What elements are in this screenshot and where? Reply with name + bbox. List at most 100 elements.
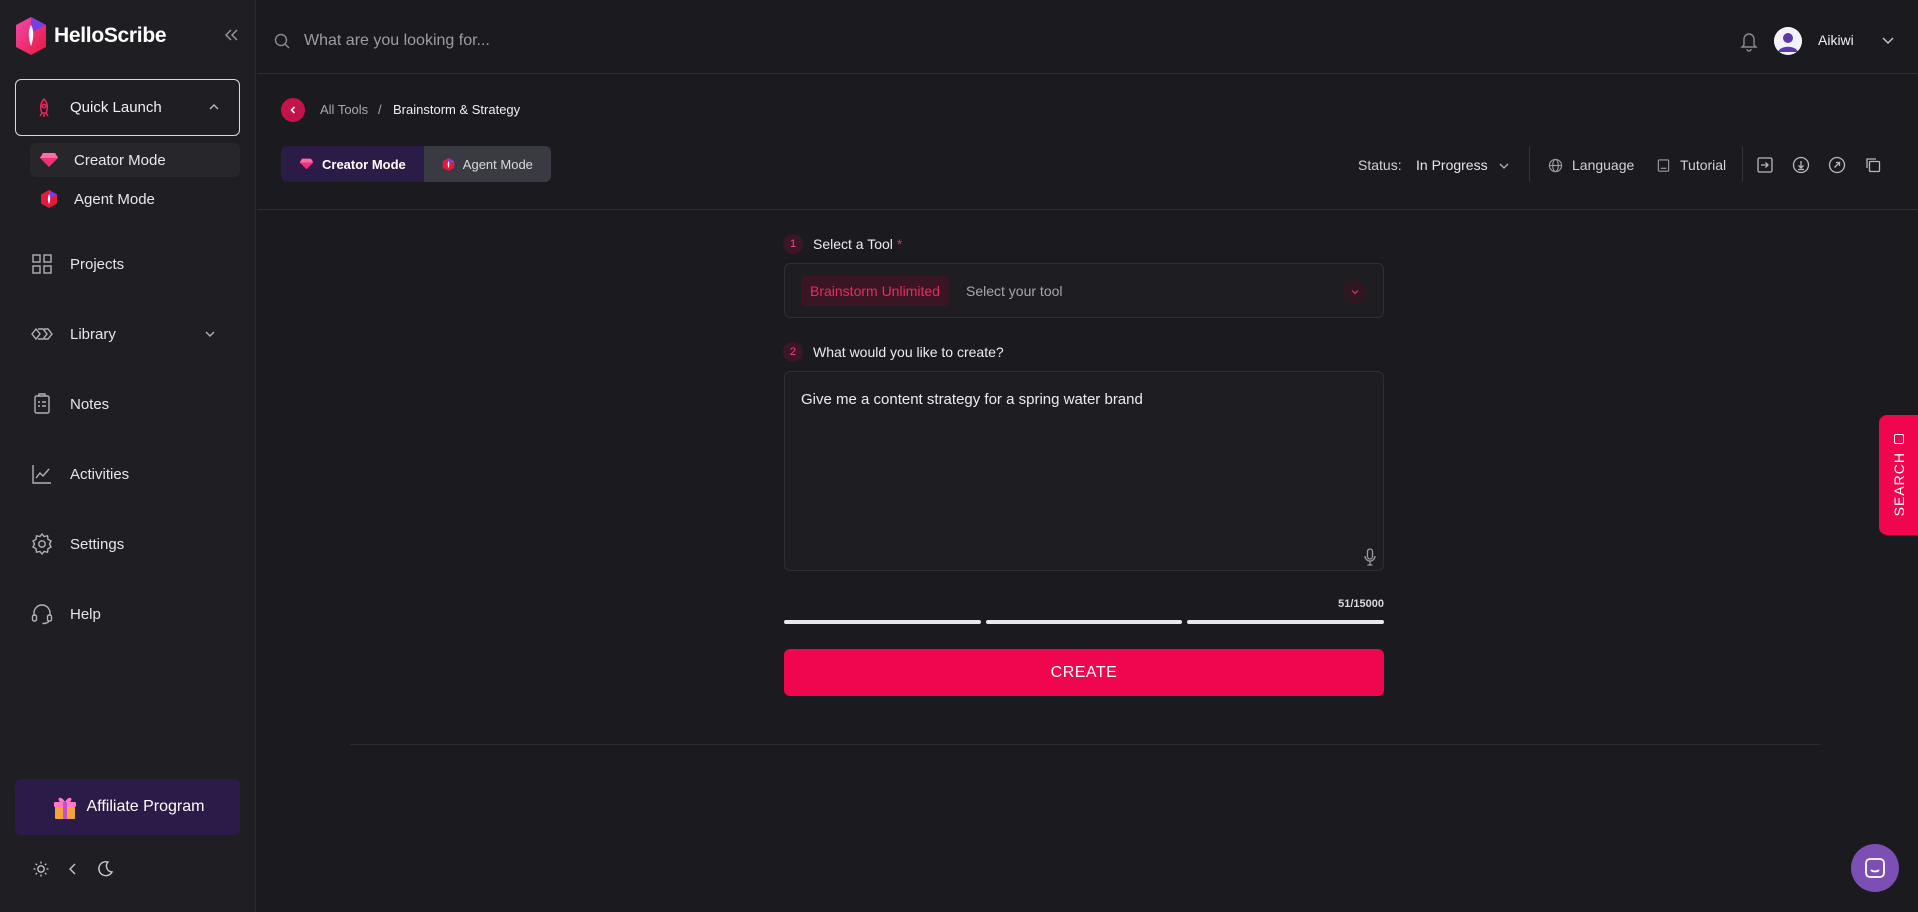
quick-launch-toggle[interactable]: Quick Launch xyxy=(15,79,240,136)
share-icon[interactable] xyxy=(1828,156,1846,174)
step-label: What would you like to create? xyxy=(813,344,1004,360)
affiliate-program-button[interactable]: Affiliate Program xyxy=(15,779,240,835)
app-root: HelloScribe Quick Launch Creator Mode Ag… xyxy=(0,0,1918,912)
language-button[interactable]: Language xyxy=(1548,157,1634,173)
tab-label: Agent Mode xyxy=(462,156,533,172)
export-icon[interactable] xyxy=(1756,156,1774,174)
moon-icon[interactable] xyxy=(96,860,114,878)
status-select[interactable]: In Progress xyxy=(1416,157,1488,173)
step-label: Select a Tool xyxy=(813,236,893,252)
sidebar-item-projects[interactable]: Projects xyxy=(30,246,245,282)
bell-icon[interactable] xyxy=(1739,30,1759,52)
sidebar-item-label: Creator Mode xyxy=(74,151,166,169)
agent-logo-icon xyxy=(442,157,455,171)
tutorial-label: Tutorial xyxy=(1680,157,1727,173)
sidebar-item-activities[interactable]: Activities xyxy=(30,456,245,492)
sidebar-item-help[interactable]: Help xyxy=(30,596,245,632)
tab-label: Creator Mode xyxy=(322,156,406,172)
sidebar-item-label: Settings xyxy=(70,535,125,553)
brand-name: HelloScribe xyxy=(54,24,167,47)
gear-icon xyxy=(32,532,52,556)
progress-segment xyxy=(1187,620,1385,624)
rocket-icon xyxy=(39,97,49,117)
search-side-tab[interactable]: SEARCH xyxy=(1879,415,1918,535)
brand[interactable]: HelloScribe xyxy=(14,16,167,56)
progress-segments xyxy=(784,620,1385,624)
progress-segment xyxy=(985,620,1183,624)
step-number: 1 xyxy=(783,234,803,254)
global-search-input[interactable] xyxy=(304,26,1004,56)
sidebar: HelloScribe Quick Launch Creator Mode Ag… xyxy=(0,0,256,912)
prompt-textarea[interactable]: Give me a content strategy for a spring … xyxy=(784,371,1384,571)
chat-launcher-button[interactable] xyxy=(1851,844,1899,892)
helloscribe-logo-icon xyxy=(16,17,46,55)
headset-icon xyxy=(31,604,53,625)
book-icon xyxy=(1657,158,1670,172)
agent-logo-icon xyxy=(41,190,57,208)
sidebar-item-settings[interactable]: Settings xyxy=(30,526,245,562)
sidebar-item-notes[interactable]: Notes xyxy=(30,386,245,422)
affiliate-label: Affiliate Program xyxy=(86,798,205,815)
breadcrumb-all-tools[interactable]: All Tools xyxy=(320,102,368,117)
chevron-down-icon[interactable] xyxy=(1880,32,1896,48)
selected-tool-chip[interactable]: Brainstorm Unlimited xyxy=(801,276,949,306)
copy-icon[interactable] xyxy=(1864,156,1882,174)
tool-select[interactable]: Brainstorm Unlimited Select your tool xyxy=(784,263,1384,318)
chevron-left-icon[interactable] xyxy=(64,860,82,878)
quick-launch-label: Quick Launch xyxy=(70,99,162,116)
search-tab-label: SEARCH xyxy=(1890,451,1907,517)
progress-segment xyxy=(784,620,981,624)
sun-icon[interactable] xyxy=(32,860,50,878)
tool-select-toggle[interactable] xyxy=(1343,280,1367,304)
step-select-tool: 1 Select a Tool * xyxy=(783,234,902,254)
step-prompt: 2 What would you like to create? xyxy=(783,342,1004,362)
avatar[interactable] xyxy=(1774,27,1802,55)
diamond-icon xyxy=(299,158,314,170)
sidebar-item-label: Help xyxy=(70,605,101,623)
gift-icon xyxy=(53,797,76,819)
sidebar-item-label: Notes xyxy=(70,395,110,413)
user-avatar-icon xyxy=(1774,27,1802,55)
diamond-icon xyxy=(40,153,58,167)
theme-switcher xyxy=(32,860,114,878)
divider xyxy=(1529,146,1530,182)
tutorial-button[interactable]: Tutorial xyxy=(1656,157,1726,173)
divider xyxy=(350,744,1820,745)
back-button[interactable] xyxy=(281,98,305,122)
chart-line-icon xyxy=(32,465,51,484)
clipboard-icon xyxy=(34,393,50,414)
tab-creator-mode[interactable]: Creator Mode xyxy=(281,146,424,182)
globe-icon xyxy=(1548,158,1563,172)
microphone-icon[interactable] xyxy=(1363,548,1377,566)
chevron-left-icon xyxy=(290,106,296,114)
tool-select-placeholder: Select your tool xyxy=(966,283,1063,299)
chevron-down-icon xyxy=(1351,290,1359,295)
character-counter: 51/15000 xyxy=(1338,598,1384,610)
chat-icon xyxy=(1865,858,1885,878)
user-name[interactable]: Aikiwi xyxy=(1818,32,1854,48)
library-icon xyxy=(31,327,53,341)
create-button[interactable]: CREATE xyxy=(784,649,1384,696)
sidebar-item-agent-mode[interactable]: Agent Mode xyxy=(30,182,240,216)
chevron-down-icon xyxy=(205,331,215,337)
status-label: Status: xyxy=(1358,157,1402,173)
required-mark: * xyxy=(896,236,903,252)
tab-agent-mode[interactable]: Agent Mode xyxy=(423,146,551,182)
sidebar-item-label: Agent Mode xyxy=(74,190,155,208)
sidebar-item-creator-mode[interactable]: Creator Mode xyxy=(30,143,240,177)
prompt-text[interactable]: Give me a content strategy for a spring … xyxy=(801,391,1143,408)
step-number: 2 xyxy=(783,342,803,362)
mode-tabs: Creator Mode Agent Mode xyxy=(281,146,551,182)
sidebar-item-library[interactable]: Library xyxy=(30,316,245,352)
divider xyxy=(257,209,1918,210)
chevron-down-icon[interactable] xyxy=(1498,160,1510,172)
sidebar-item-label: Library xyxy=(70,325,116,343)
search-tab-icon xyxy=(1893,433,1904,444)
sidebar-item-label: Activities xyxy=(70,465,130,483)
sidebar-item-label: Projects xyxy=(70,255,125,273)
breadcrumb-current: Brainstorm & Strategy xyxy=(393,102,521,117)
collapse-sidebar-icon[interactable] xyxy=(222,26,240,44)
search-icon xyxy=(274,33,290,49)
download-icon[interactable] xyxy=(1792,156,1810,174)
chevron-up-icon xyxy=(209,104,219,110)
